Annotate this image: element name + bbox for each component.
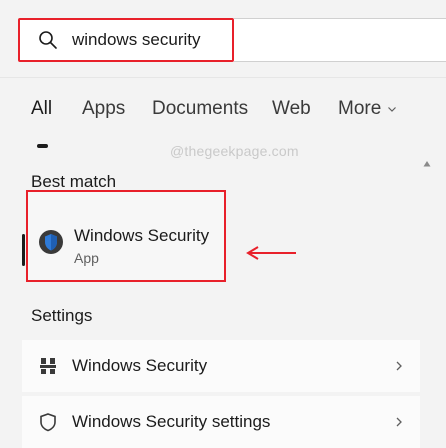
search-icon — [39, 31, 57, 49]
tab-more-label: More — [338, 98, 382, 119]
settings-item-label: Windows Security — [72, 356, 208, 375]
active-tab-indicator — [37, 144, 48, 148]
search-box[interactable] — [18, 18, 234, 62]
best-match-result[interactable]: Windows Security App — [26, 190, 226, 282]
best-match-app-type: App — [74, 250, 99, 266]
chevron-down-icon — [388, 107, 397, 112]
scrollbar[interactable] — [420, 160, 434, 448]
tab-all[interactable]: All — [31, 98, 52, 120]
watermark: @thegeekpage.com — [170, 143, 299, 159]
best-match-app-name: Windows Security — [74, 226, 210, 245]
header-divider — [0, 77, 446, 78]
windows-security-shield-icon — [39, 230, 63, 254]
tab-apps[interactable]: Apps — [82, 98, 125, 120]
tab-more[interactable]: More — [338, 98, 397, 120]
chevron-right-icon — [396, 417, 402, 427]
annotation-arrow-icon — [246, 246, 296, 260]
filter-tabs: All Apps Documents Web More — [0, 98, 446, 128]
tab-web[interactable]: Web — [272, 98, 311, 120]
settings-item-windows-security[interactable]: Windows Security — [22, 340, 420, 392]
chevron-right-icon — [396, 361, 402, 371]
windows-security-settings-icon — [40, 358, 56, 374]
search-bar-extension — [234, 18, 446, 62]
search-input[interactable] — [72, 30, 222, 50]
scroll-up-icon[interactable] — [423, 160, 431, 168]
settings-item-windows-security-settings[interactable]: Windows Security settings — [22, 396, 420, 448]
settings-item-label: Windows Security settings — [72, 412, 271, 431]
best-match-heading: Best match — [31, 172, 117, 191]
selection-indicator — [22, 234, 25, 266]
settings-heading: Settings — [31, 306, 93, 325]
tab-documents[interactable]: Documents — [152, 98, 248, 120]
shield-outline-icon — [40, 413, 56, 432]
